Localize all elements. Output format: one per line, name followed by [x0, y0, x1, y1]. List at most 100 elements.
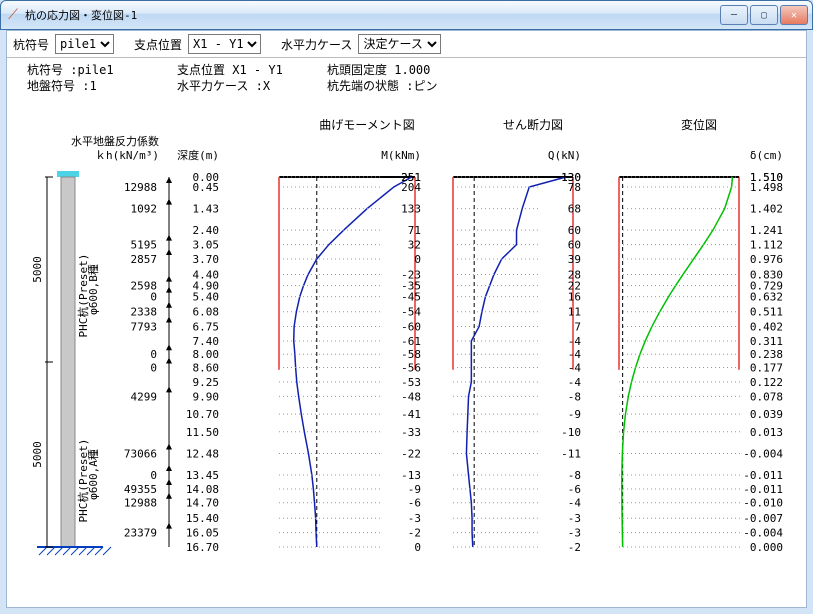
svg-text:11.50: 11.50 — [186, 426, 219, 439]
svg-text:13.45: 13.45 — [186, 469, 219, 482]
svg-text:71: 71 — [408, 224, 421, 237]
svg-text:0.311: 0.311 — [750, 335, 783, 348]
svg-text:-0.004: -0.004 — [743, 448, 783, 461]
svg-text:0.078: 0.078 — [750, 390, 783, 403]
svg-text:-48: -48 — [401, 390, 421, 403]
svg-text:6.75: 6.75 — [193, 321, 220, 334]
svg-text:-4: -4 — [568, 348, 582, 361]
svg-text:-3: -3 — [568, 512, 581, 525]
svg-text:4299: 4299 — [131, 390, 158, 403]
svg-text:0.632: 0.632 — [750, 291, 783, 304]
support-select[interactable]: X1 - Y1 — [188, 34, 261, 54]
svg-text:15.40: 15.40 — [186, 512, 219, 525]
svg-text:23379: 23379 — [124, 527, 157, 540]
svg-text:6.08: 6.08 — [193, 306, 220, 319]
svg-text:-41: -41 — [401, 408, 421, 421]
svg-text:68: 68 — [568, 203, 581, 216]
svg-text:-0.011: -0.011 — [743, 483, 783, 496]
svg-text:-6: -6 — [408, 497, 421, 510]
info-panel: 杭符号 :pile1 支点位置 X1 - Y1 杭頭固定度 1.000 地盤符号… — [7, 58, 806, 102]
svg-text:-11: -11 — [561, 448, 581, 461]
svg-text:0.000: 0.000 — [750, 541, 783, 554]
svg-text:-33: -33 — [401, 426, 421, 439]
svg-text:-61: -61 — [401, 335, 421, 348]
pile-select[interactable]: pile1 — [55, 34, 114, 54]
maximize-button[interactable]: ▢ — [750, 5, 778, 25]
svg-text:2.40: 2.40 — [193, 224, 220, 237]
svg-text:-10: -10 — [561, 426, 581, 439]
svg-text:9.25: 9.25 — [193, 376, 220, 389]
svg-text:11: 11 — [568, 306, 581, 319]
svg-text:3.70: 3.70 — [193, 253, 220, 266]
svg-text:60: 60 — [568, 239, 581, 252]
svg-text:-4: -4 — [568, 497, 582, 510]
svg-text:39: 39 — [568, 253, 581, 266]
svg-text:1.402: 1.402 — [750, 203, 783, 216]
svg-text:1.112: 1.112 — [750, 239, 783, 252]
svg-text:8.00: 8.00 — [193, 348, 220, 361]
svg-text:0.013: 0.013 — [750, 426, 783, 439]
svg-text:251: 251 — [401, 171, 421, 184]
hcase-label: 水平力ケース — [281, 36, 352, 53]
svg-text:130: 130 — [561, 171, 581, 184]
svg-text:7: 7 — [574, 321, 581, 334]
svg-text:-6: -6 — [568, 483, 581, 496]
svg-text:φ600,B種: φ600,B種 — [86, 264, 100, 315]
svg-text:5000: 5000 — [31, 441, 44, 468]
svg-text:2338: 2338 — [131, 306, 158, 319]
svg-text:1092: 1092 — [131, 203, 158, 216]
svg-text:12.48: 12.48 — [186, 448, 219, 461]
svg-text:-4: -4 — [568, 376, 582, 389]
svg-text:0.45: 0.45 — [193, 181, 220, 194]
close-button[interactable]: ✕ — [780, 5, 808, 25]
svg-text:-9: -9 — [408, 483, 421, 496]
svg-text:-60: -60 — [401, 321, 421, 334]
svg-text:10.70: 10.70 — [186, 408, 219, 421]
svg-text:せん断力図: せん断力図 — [503, 119, 563, 132]
toolbar: 杭符号 pile1 支点位置 X1 - Y1 水平力ケース 決定ケース — [7, 31, 806, 58]
svg-text:7.40: 7.40 — [193, 335, 220, 348]
svg-text:-3: -3 — [568, 527, 581, 540]
svg-text:-8: -8 — [568, 469, 581, 482]
svg-text:1.510: 1.510 — [750, 171, 783, 184]
svg-text:73066: 73066 — [124, 448, 157, 461]
svg-text:0: 0 — [150, 348, 157, 361]
svg-text:-54: -54 — [401, 306, 421, 319]
window-title: 杭の応力図・変位図-1 — [25, 7, 720, 23]
svg-text:0.039: 0.039 — [750, 408, 783, 421]
svg-text:0: 0 — [150, 362, 157, 375]
svg-text:1.241: 1.241 — [750, 224, 783, 237]
svg-text:1.43: 1.43 — [193, 203, 220, 216]
svg-text:-2: -2 — [568, 541, 581, 554]
svg-text:-0.007: -0.007 — [743, 512, 783, 525]
svg-text:5000: 5000 — [31, 256, 44, 283]
svg-text:φ600,A種: φ600,A種 — [86, 449, 100, 500]
svg-text:-0.010: -0.010 — [743, 497, 783, 510]
svg-text:9.90: 9.90 — [193, 390, 220, 403]
svg-text:12988: 12988 — [124, 497, 157, 510]
svg-text:8.60: 8.60 — [193, 362, 220, 375]
titlebar: ⟋ 杭の応力図・変位図-1 ─ ▢ ✕ — [0, 0, 813, 30]
svg-text:-13: -13 — [401, 469, 421, 482]
svg-text:深度(m): 深度(m) — [177, 148, 219, 162]
svg-text:-4: -4 — [568, 362, 582, 375]
svg-text:水平地盤反力係数: 水平地盤反力係数 — [71, 135, 159, 148]
pile-label: 杭符号 — [13, 36, 49, 53]
svg-text:0.976: 0.976 — [750, 253, 783, 266]
svg-text:0: 0 — [150, 291, 157, 304]
svg-text:-0.011: -0.011 — [743, 469, 783, 482]
svg-text:2857: 2857 — [131, 253, 158, 266]
svg-text:0.238: 0.238 — [750, 348, 783, 361]
app-icon: ⟋ — [5, 7, 21, 23]
svg-text:14.08: 14.08 — [186, 483, 219, 496]
svg-text:曲げモーメント図: 曲げモーメント図 — [319, 119, 415, 132]
charts-area: 50005000PHC杭(Preset)φ600,B種PHC杭(Preset)φ… — [21, 119, 792, 593]
svg-text:60: 60 — [568, 224, 581, 237]
hcase-select[interactable]: 決定ケース — [358, 34, 441, 54]
svg-text:Q(kN): Q(kN) — [548, 149, 581, 162]
svg-text:14.70: 14.70 — [186, 497, 219, 510]
minimize-button[interactable]: ─ — [720, 5, 748, 25]
svg-text:3.05: 3.05 — [193, 239, 220, 252]
svg-text:-56: -56 — [401, 362, 421, 375]
svg-text:-0.004: -0.004 — [743, 527, 783, 540]
